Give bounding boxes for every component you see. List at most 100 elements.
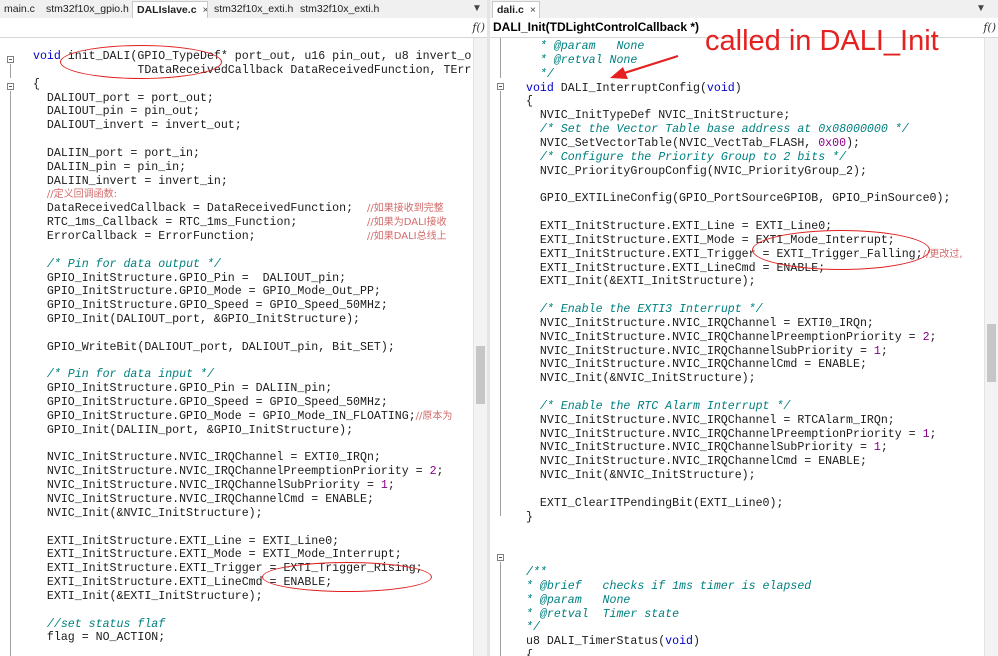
code-line[interactable]: EXTI_InitStructure.EXTI_Trigger = EXTI_T… <box>33 562 471 576</box>
code-line[interactable]: EXTI_InitStructure.EXTI_Mode = EXTI_Mode… <box>526 234 963 248</box>
code-line[interactable]: ​ <box>33 521 471 535</box>
code-line[interactable]: } <box>526 511 963 525</box>
code-line[interactable]: EXTI_InitStructure.EXTI_LineCmd = ENABLE… <box>526 262 963 276</box>
code-line[interactable]: EXTI_InitStructure.EXTI_Line = EXTI_Line… <box>526 220 963 234</box>
code-line[interactable]: NVIC_InitStructure.NVIC_IRQChannelSubPri… <box>33 479 471 493</box>
code-line[interactable]: ​ <box>33 327 471 341</box>
right-vertical-scrollbar[interactable] <box>984 38 998 656</box>
code-line[interactable]: ​ <box>526 386 963 400</box>
code-line[interactable]: GPIO_WriteBit(DALIOUT_port, DALIOUT_pin,… <box>33 341 471 355</box>
code-line[interactable]: NVIC_SetVectorTable(NVIC_VectTab_FLASH, … <box>526 137 963 151</box>
code-line[interactable]: NVIC_InitStructure.NVIC_IRQChannelPreemp… <box>526 428 963 442</box>
code-line[interactable]: NVIC_InitTypeDef NVIC_InitStructure; <box>526 109 963 123</box>
code-line[interactable]: GPIO_Init(DALIOUT_port, &GPIO_InitStruct… <box>33 313 471 327</box>
code-line[interactable]: GPIO_Init(DALIIN_port, &GPIO_InitStructu… <box>33 424 471 438</box>
code-line[interactable]: NVIC_Init(&NVIC_InitStructure); <box>526 469 963 483</box>
code-line[interactable]: NVIC_InitStructure.NVIC_IRQChannelCmd = … <box>526 358 963 372</box>
code-line[interactable]: RTC_1ms_Callback = RTC_1ms_Function; //如… <box>33 216 471 230</box>
code-line[interactable]: GPIO_InitStructure.GPIO_Speed = GPIO_Spe… <box>33 396 471 410</box>
tab-dali-c[interactable]: dali.c × <box>492 1 540 19</box>
tab-list-dropdown-icon[interactable]: ▼ <box>976 0 986 18</box>
tab-dalislave-c[interactable]: DALIslave.c × <box>132 1 208 19</box>
code-line[interactable]: ​ <box>33 355 471 369</box>
code-line[interactable]: flag = NO_ACTION; <box>33 631 471 645</box>
code-line[interactable]: ​ <box>33 133 471 147</box>
code-line[interactable]: /* Pin for data input */ <box>33 368 471 382</box>
code-line[interactable]: GPIO_InitStructure.GPIO_Pin = DALIIN_pin… <box>33 382 471 396</box>
code-line[interactable]: ​ <box>526 206 963 220</box>
code-line[interactable]: NVIC_InitStructure.NVIC_IRQChannelCmd = … <box>33 493 471 507</box>
close-icon[interactable]: × <box>530 4 536 16</box>
code-line[interactable]: ​ <box>526 178 963 192</box>
code-line[interactable]: ​ <box>33 604 471 618</box>
fold-toggle-icon[interactable] <box>497 554 504 561</box>
code-line[interactable]: NVIC_Init(&NVIC_InitStructure); <box>526 372 963 386</box>
code-line[interactable]: { <box>526 649 963 656</box>
code-line[interactable]: DALIOUT_invert = invert_out; <box>33 119 471 133</box>
code-line[interactable]: ErrorCallback = ErrorFunction; //如果DALI总… <box>33 230 471 244</box>
code-line[interactable]: GPIO_EXTILineConfig(GPIO_PortSourceGPIOB… <box>526 192 963 206</box>
code-line[interactable]: EXTI_InitStructure.EXTI_Line = EXTI_Line… <box>33 535 471 549</box>
code-line[interactable]: */ <box>526 68 963 82</box>
code-line[interactable]: DALIIN_invert = invert_in; <box>33 175 471 189</box>
code-line[interactable]: NVIC_PriorityGroupConfig(NVIC_PriorityGr… <box>526 165 963 179</box>
code-line[interactable]: GPIO_InitStructure.GPIO_Mode = GPIO_Mode… <box>33 410 471 424</box>
tab-stm32f10x-gpio-h[interactable]: stm32f10x_gpio.h <box>42 1 132 17</box>
code-line[interactable]: /* Configure the Priority Group to 2 bit… <box>526 151 963 165</box>
code-line[interactable]: ​ <box>33 244 471 258</box>
code-line[interactable]: NVIC_InitStructure.NVIC_IRQChannelPreemp… <box>526 331 963 345</box>
code-line[interactable]: /* Enable the EXTI3 Interrupt */ <box>526 303 963 317</box>
code-line[interactable]: ​ <box>526 552 963 566</box>
scrollbar-thumb[interactable] <box>476 346 485 404</box>
code-line[interactable]: //set status flaf <box>33 618 471 632</box>
code-line[interactable]: TDataReceivedCallback DataReceivedFuncti… <box>33 64 471 78</box>
fold-toggle-icon[interactable] <box>7 83 14 90</box>
fold-toggle-icon[interactable] <box>7 56 14 63</box>
code-line[interactable]: * @brief checks if 1ms timer is elapsed <box>526 580 963 594</box>
code-line[interactable]: //定义回调函数: <box>33 188 471 202</box>
code-line[interactable]: /* Set the Vector Table base address at … <box>526 123 963 137</box>
code-line[interactable]: EXTI_ClearITPendingBit(EXTI_Line0); <box>526 497 963 511</box>
left-vertical-scrollbar[interactable] <box>473 38 487 656</box>
code-line[interactable]: NVIC_InitStructure.NVIC_IRQChannelSubPri… <box>526 441 963 455</box>
code-line[interactable]: NVIC_InitStructure.NVIC_IRQChannel = EXT… <box>33 451 471 465</box>
code-line[interactable]: GPIO_InitStructure.GPIO_Mode = GPIO_Mode… <box>33 285 471 299</box>
code-line[interactable]: ​ <box>526 538 963 552</box>
function-list-icon[interactable]: f() <box>983 18 996 37</box>
code-line[interactable]: * @param None <box>526 594 963 608</box>
left-function-bar[interactable]: f() <box>0 18 487 38</box>
code-line[interactable]: DALIOUT_port = port_out; <box>33 92 471 106</box>
close-icon[interactable]: × <box>203 4 207 16</box>
code-line[interactable]: GPIO_InitStructure.GPIO_Speed = GPIO_Spe… <box>33 299 471 313</box>
code-line[interactable]: DataReceivedCallback = DataReceivedFunct… <box>33 202 471 216</box>
code-line[interactable]: NVIC_InitStructure.NVIC_IRQChannel = EXT… <box>526 317 963 331</box>
code-line[interactable]: NVIC_InitStructure.NVIC_IRQChannelCmd = … <box>526 455 963 469</box>
code-line[interactable]: /* Pin for data output */ <box>33 258 471 272</box>
code-line[interactable]: DALIOUT_pin = pin_out; <box>33 105 471 119</box>
code-line[interactable]: ​ <box>526 525 963 539</box>
right-code-view[interactable]: * @param None * @retval None */void DALI… <box>526 40 963 656</box>
code-line[interactable]: DALIIN_port = port_in; <box>33 147 471 161</box>
code-line[interactable]: void init_DALI(GPIO_TypeDef* port_out, u… <box>33 50 471 64</box>
code-line[interactable]: ​ <box>526 289 963 303</box>
code-line[interactable]: GPIO_InitStructure.GPIO_Pin = DALIOUT_pi… <box>33 272 471 286</box>
code-line[interactable]: /* Enable the RTC Alarm Interrupt */ <box>526 400 963 414</box>
code-line[interactable]: void DALI_InterruptConfig(void) <box>526 82 963 96</box>
tab-stm32f10x-exti-h[interactable]: stm32f10x_exti.h <box>210 1 296 17</box>
code-line[interactable]: NVIC_Init(&NVIC_InitStructure); <box>33 507 471 521</box>
code-line[interactable]: EXTI_InitStructure.EXTI_Trigger = EXTI_T… <box>526 248 963 262</box>
code-line[interactable]: */ <box>526 621 963 635</box>
function-list-icon[interactable]: f() <box>472 18 485 37</box>
code-line[interactable]: EXTI_InitStructure.EXTI_LineCmd = ENABLE… <box>33 576 471 590</box>
left-code-view[interactable]: void init_DALI(GPIO_TypeDef* port_out, u… <box>33 50 471 645</box>
fold-toggle-icon[interactable] <box>497 83 504 90</box>
code-line[interactable]: EXTI_InitStructure.EXTI_Mode = EXTI_Mode… <box>33 548 471 562</box>
code-line[interactable]: NVIC_InitStructure.NVIC_IRQChannelPreemp… <box>33 465 471 479</box>
code-line[interactable]: { <box>526 95 963 109</box>
code-line[interactable]: NVIC_InitStructure.NVIC_IRQChannelSubPri… <box>526 345 963 359</box>
function-dropdown[interactable]: DALI_Init(TDLightControlCallback *) <box>493 18 699 37</box>
code-line[interactable]: DALIIN_pin = pin_in; <box>33 161 471 175</box>
code-line[interactable]: NVIC_InitStructure.NVIC_IRQChannel = RTC… <box>526 414 963 428</box>
code-line[interactable]: EXTI_Init(&EXTI_InitStructure); <box>33 590 471 604</box>
code-line[interactable]: /** <box>526 566 963 580</box>
